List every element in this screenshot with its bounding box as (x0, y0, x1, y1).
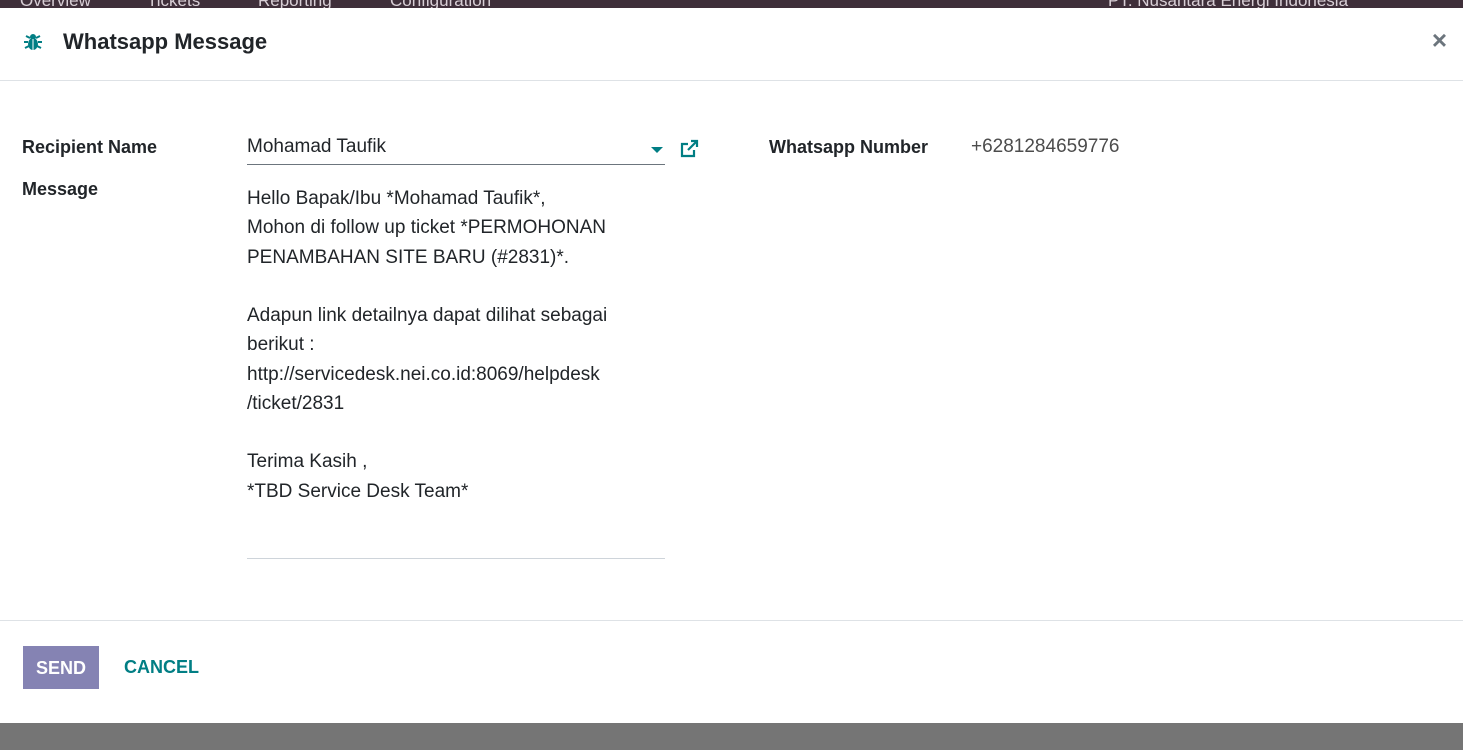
message-label: Message (22, 179, 99, 199)
background-navbar: Overview Tickets Reporting Configuration… (0, 0, 1463, 8)
message-line: Terima Kasih , (247, 451, 368, 472)
message-line: Mohon di follow up ticket *PERMOHONAN (247, 217, 607, 238)
recipient-name-value: Mohamad Taufik (247, 136, 387, 157)
message-line: http://servicedesk.nei.co.id:8069/helpde… (247, 364, 600, 385)
nav-overview: Overview (20, 0, 91, 8)
message-line: Adapun link detailnya dapat dilihat seba… (247, 305, 608, 326)
nav-tickets: Tickets (147, 0, 200, 8)
dialog-title: Whatsapp Message (63, 29, 268, 54)
dialog-footer: SEND CANCEL (0, 620, 1463, 724)
bug-icon (24, 34, 42, 50)
chevron-down-icon[interactable] (651, 147, 663, 153)
send-button[interactable]: SEND (23, 646, 99, 689)
whatsapp-number-value: +6281284659776 (971, 136, 1120, 157)
cancel-button[interactable]: CANCEL (124, 657, 199, 678)
close-button[interactable]: × (1432, 27, 1447, 53)
dialog-header: Whatsapp Message × (0, 8, 1463, 81)
recipient-name-select[interactable]: Mohamad Taufik (247, 133, 665, 165)
recipient-name-label: Recipient Name (22, 137, 158, 157)
whatsapp-number-label: Whatsapp Number (769, 137, 929, 157)
message-line: /ticket/2831 (247, 393, 345, 414)
message-line: berikut : (247, 334, 315, 355)
nav-reporting: Reporting (258, 0, 332, 8)
message-line: PENAMBAHAN SITE BARU (#2831)*. (247, 247, 570, 268)
message-line: *TBD Service Desk Team* (247, 481, 469, 502)
message-textarea[interactable]: Hello Bapak/Ibu *Mohamad Taufik*, Mohon … (247, 178, 665, 559)
whatsapp-message-dialog: Whatsapp Message × Recipient Name Mohama… (0, 8, 1463, 723)
nav-company: PT. Nusantara Energi Indonesia (1108, 0, 1348, 8)
external-link-icon[interactable] (678, 138, 700, 160)
nav-configuration: Configuration (390, 0, 491, 8)
message-line: Hello Bapak/Ibu *Mohamad Taufik*, (247, 188, 546, 209)
